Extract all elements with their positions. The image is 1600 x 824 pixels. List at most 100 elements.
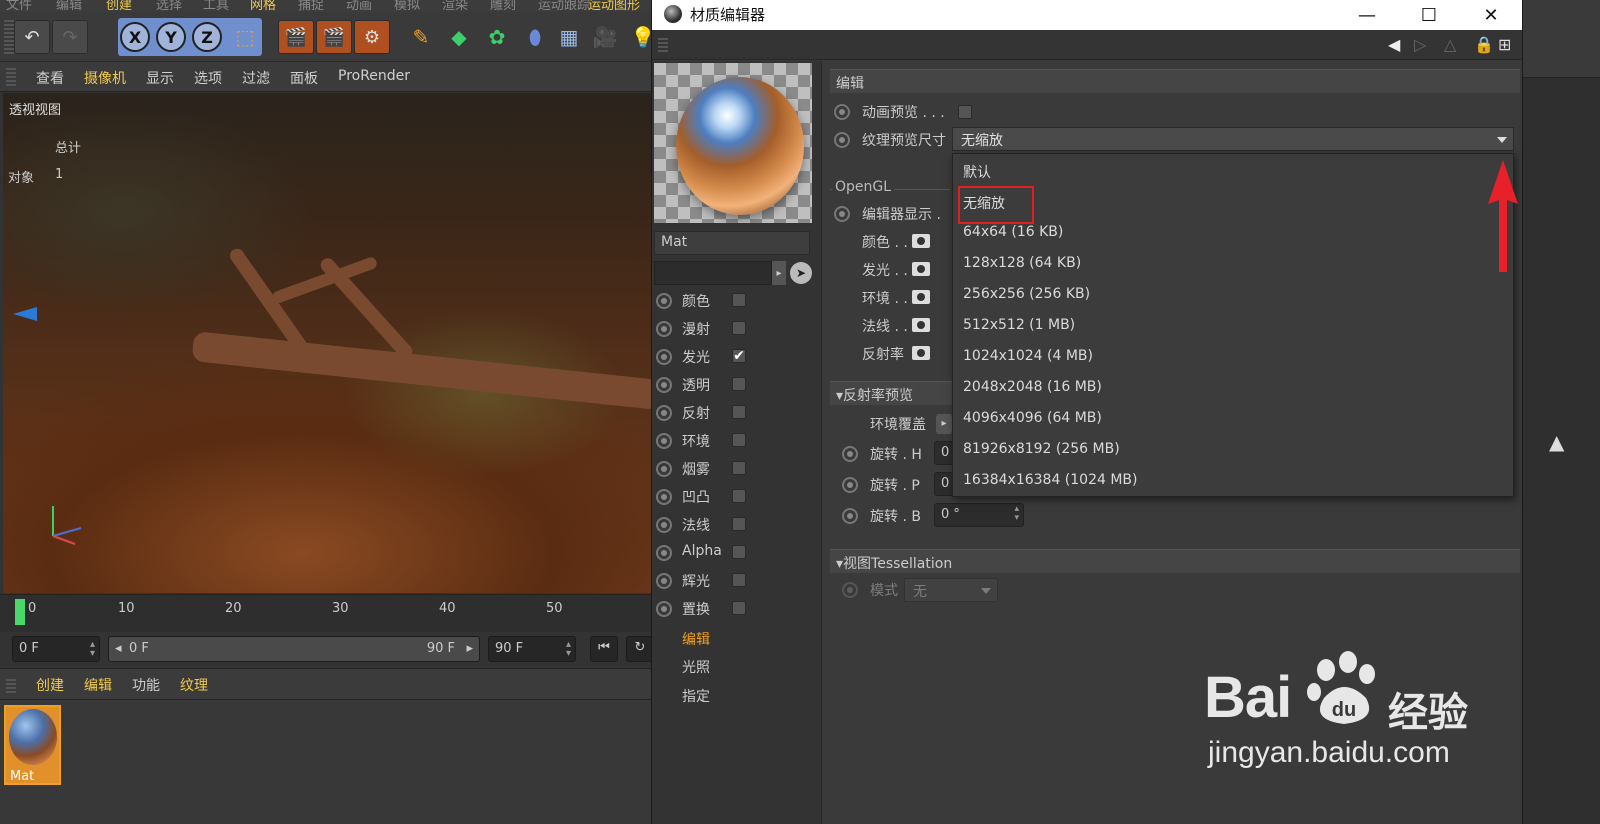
loop-button[interactable]: ↻ (626, 636, 654, 662)
link-assign[interactable]: 指定 (682, 686, 710, 706)
channel-checkbox[interactable] (732, 517, 746, 531)
menu-item[interactable]: 模拟 (394, 0, 420, 12)
channel-checkbox[interactable] (732, 461, 746, 475)
material-search-field[interactable] (654, 261, 772, 285)
material-preview[interactable] (654, 63, 812, 223)
menu-item[interactable]: 文件 (6, 0, 32, 12)
perspective-viewport[interactable]: 透视视图 总计 对象 1 (3, 93, 665, 593)
scroll-up-icon[interactable]: ▲ (1549, 430, 1564, 454)
timeline-ruler[interactable]: 0 10 20 30 40 50 (0, 594, 665, 632)
prop-radio[interactable] (842, 508, 858, 524)
channel-radio[interactable] (656, 349, 672, 365)
preview-range-slider[interactable]: ◂ 0 F 90 F ▸ (108, 636, 480, 662)
camera-button[interactable]: 🎥 (588, 20, 622, 54)
current-frame-field[interactable]: 0 F ▴ ▾ (12, 636, 100, 662)
channel-alpha[interactable]: Alpha (652, 539, 820, 567)
channel-checkbox-checked[interactable]: ✔ (732, 349, 746, 363)
lock-icon[interactable]: 🔒 (1474, 35, 1494, 54)
forward-arrow-icon[interactable]: ▷ (1414, 35, 1426, 54)
channel-radio[interactable] (656, 321, 672, 337)
channel-radio[interactable] (656, 433, 672, 449)
eye-icon[interactable] (912, 262, 930, 276)
new-window-icon[interactable]: ⊞ (1498, 35, 1511, 54)
dropdown-option[interactable]: 2048x2048 (16 MB) (963, 379, 1102, 395)
channel-radio[interactable] (656, 293, 672, 309)
channel-glow[interactable]: 辉光 (652, 567, 820, 595)
up-arrow-icon[interactable]: △ (1444, 35, 1456, 54)
z-axis-button[interactable]: Z (192, 22, 222, 52)
close-button[interactable]: ✕ (1466, 0, 1516, 30)
dropdown-option[interactable]: 16384x16384 (1024 MB) (963, 472, 1138, 488)
menu-item[interactable]: 渲染 (442, 0, 468, 12)
channel-bump[interactable]: 凹凸 (652, 483, 820, 511)
channel-checkbox[interactable] (732, 601, 746, 615)
pick-material-icon[interactable]: ➤ (790, 262, 812, 284)
menu-item[interactable]: 运动图形 (588, 0, 640, 12)
channel-reflectance[interactable]: 反射 (652, 399, 820, 427)
x-axis-button[interactable]: X (120, 22, 150, 52)
prop-radio[interactable] (834, 104, 850, 120)
channel-transparency[interactable]: 透明 (652, 371, 820, 399)
dropdown-option[interactable]: 128x128 (64 KB) (963, 255, 1081, 271)
channel-environment[interactable]: 环境 (652, 427, 820, 455)
channel-diffusion[interactable]: 漫射 (652, 315, 820, 343)
go-to-start-button[interactable]: ⏮ (590, 636, 618, 662)
view-menu-panel[interactable]: 面板 (290, 68, 318, 88)
coord-system-button[interactable]: ⬚ (228, 20, 262, 54)
channel-luminance[interactable]: 发光 ✔ (652, 343, 820, 371)
channel-radio[interactable] (656, 601, 672, 617)
mat-menu-function[interactable]: 功能 (132, 675, 160, 695)
menu-item[interactable]: 运动跟踪 (538, 0, 590, 12)
channel-checkbox[interactable] (732, 293, 746, 307)
menu-item[interactable]: 创建 (106, 0, 132, 12)
rotation-b-field[interactable]: 0 ° ▴ ▾ (934, 503, 1024, 527)
editor-toolbar-grip[interactable] (658, 38, 668, 52)
material-thumbnail[interactable]: Mat (4, 705, 61, 785)
view-menu-options[interactable]: 选项 (194, 68, 222, 88)
menu-item[interactable]: 编辑 (56, 0, 82, 12)
end-frame-field[interactable]: 90 F ▴ ▾ (488, 636, 576, 662)
render-picture-queue-button[interactable]: 🎬 (316, 20, 352, 54)
y-axis-button[interactable]: Y (156, 22, 186, 52)
channel-normal[interactable]: 法线 (652, 511, 820, 539)
channel-radio[interactable] (656, 489, 672, 505)
redo-button[interactable]: ↷ (52, 20, 88, 54)
channel-radio[interactable] (656, 545, 672, 561)
channel-checkbox[interactable] (732, 545, 746, 559)
dropdown-option[interactable]: 64x64 (16 KB) (963, 224, 1063, 240)
material-editor-titlebar[interactable]: 材质编辑器 — ☐ ✕ (652, 0, 1522, 30)
menu-item[interactable]: 网格 (250, 0, 276, 12)
tex-preview-size-select[interactable]: 无缩放 (952, 127, 1514, 151)
dropdown-option[interactable]: 4096x4096 (64 MB) (963, 410, 1102, 426)
maximize-button[interactable]: ☐ (1404, 0, 1454, 30)
link-illumination[interactable]: 光照 (682, 657, 710, 677)
cube-button[interactable]: ◆ (442, 20, 476, 54)
back-arrow-icon[interactable]: ◀ (1388, 35, 1400, 54)
spinner-icon[interactable]: ▴ ▾ (1014, 505, 1019, 523)
channel-checkbox[interactable] (732, 573, 746, 587)
mat-menu-texture[interactable]: 纹理 (180, 675, 208, 695)
reflectance-preview-header[interactable]: ▾反射率预览 (830, 381, 952, 405)
menu-item[interactable]: 选择 (156, 0, 182, 12)
dropdown-option[interactable]: 512x512 (1 MB) (963, 317, 1075, 333)
pen-tool-button[interactable]: ✎ (404, 20, 438, 54)
render-settings-button[interactable]: ⚙ (354, 20, 390, 54)
link-edit[interactable]: 编辑 (682, 629, 710, 649)
view-menu-prorender[interactable]: ProRender (338, 68, 410, 84)
eye-icon[interactable] (912, 290, 930, 304)
spinner-icon[interactable]: ▴ ▾ (90, 640, 95, 659)
menu-item[interactable]: 雕刻 (490, 0, 516, 12)
channel-checkbox[interactable] (732, 321, 746, 335)
minimize-button[interactable]: — (1342, 0, 1392, 30)
eye-icon[interactable] (912, 234, 930, 248)
material-menu-grip[interactable] (6, 677, 16, 693)
search-arrow-icon[interactable]: ▸ (772, 261, 786, 285)
env-override-button[interactable]: ▸ (936, 414, 952, 434)
menu-item[interactable]: 捕捉 (298, 0, 324, 12)
dropdown-option[interactable]: 默认 (963, 162, 991, 182)
eye-icon[interactable] (912, 318, 930, 332)
channel-checkbox[interactable] (732, 489, 746, 503)
deformer-button[interactable]: ⬮ (518, 20, 552, 54)
render-view-button[interactable]: 🎬 (278, 20, 314, 54)
channel-fog[interactable]: 烟雾 (652, 455, 820, 483)
